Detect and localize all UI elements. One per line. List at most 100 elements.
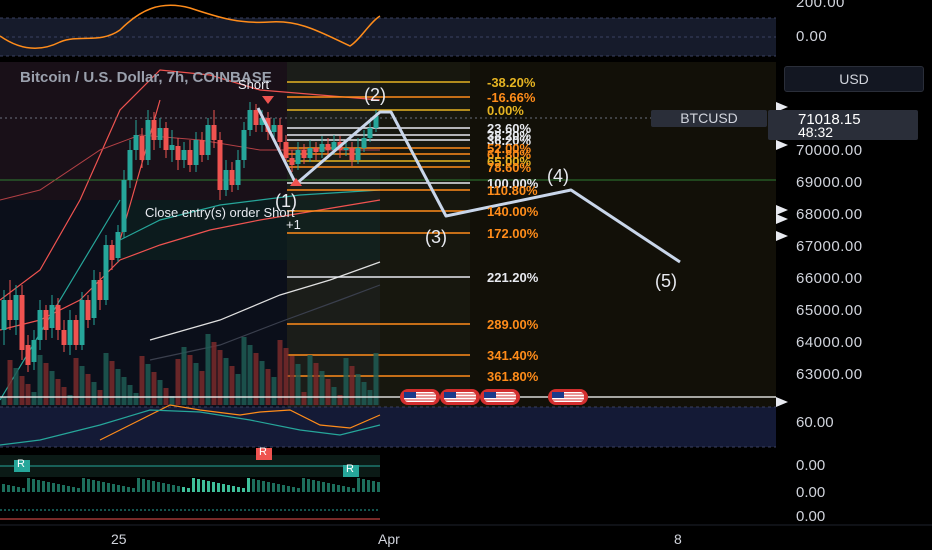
time-axis-label: 25: [111, 531, 127, 547]
wave-label-5: (5): [655, 271, 677, 291]
histogram-bar: [42, 481, 45, 492]
histogram-bar: [97, 481, 100, 492]
histogram-bar: [367, 480, 370, 492]
volume-bar: [319, 371, 325, 405]
candle-body: [313, 148, 319, 152]
volume-bar: [145, 364, 151, 405]
volume-bar: [181, 347, 187, 405]
histogram-bar: [227, 485, 230, 492]
candle-body: [1, 300, 7, 330]
volume-bar: [265, 369, 271, 405]
candle-body: [211, 125, 217, 140]
candle-body: [127, 150, 133, 180]
histogram-bar: [332, 484, 335, 492]
wave-label-4: (4): [547, 166, 569, 186]
candle-body: [25, 345, 31, 365]
histogram-bar: [147, 480, 150, 492]
histogram-bar: [172, 485, 175, 492]
volume-bar: [157, 380, 163, 405]
histogram-bar: [237, 487, 240, 492]
candle-body: [103, 245, 109, 300]
volume-bar: [61, 387, 67, 405]
axis-marker: [776, 140, 788, 150]
histogram-bar: [192, 478, 195, 492]
volume-bar: [235, 374, 241, 405]
histogram-bar: [87, 479, 90, 492]
candle-body: [97, 280, 103, 300]
histogram-bar: [162, 483, 165, 492]
histogram-bar: [112, 484, 115, 492]
candle-body: [223, 170, 229, 190]
histogram-bar: [7, 485, 10, 492]
volume-bar: [139, 356, 145, 405]
histogram-bar: [312, 480, 315, 492]
axis-marker: [776, 231, 788, 241]
axis-marker: [776, 214, 788, 224]
indicator-axis-label: 0.00: [796, 484, 826, 501]
candle-body: [139, 136, 145, 160]
currency-selector[interactable]: USD: [784, 66, 924, 92]
histogram-bar: [52, 483, 55, 492]
candle-body: [73, 320, 79, 345]
axis-marker: [776, 397, 788, 407]
fib-level-label: 341.40%: [487, 348, 539, 363]
close-entry-label: Close entry(s) order Short: [145, 205, 295, 220]
indicator-axis-label: 0.00: [796, 457, 826, 474]
histogram-bar: [12, 486, 15, 492]
price-axis-label: 69000.00: [796, 174, 863, 191]
us-flag-event-icon[interactable]: [400, 389, 440, 405]
histogram-bar: [152, 481, 155, 492]
histogram-bar: [117, 485, 120, 492]
us-flag-event-icon[interactable]: [480, 389, 520, 405]
short-label: Short: [238, 77, 270, 92]
volume-bar: [205, 334, 211, 405]
candle-body: [295, 150, 301, 164]
volume-bar: [55, 379, 61, 405]
volume-bar: [115, 369, 121, 405]
price-axis-label: 64000.00: [796, 334, 863, 351]
histogram-bar: [242, 488, 245, 492]
candle-body: [217, 140, 223, 190]
top-indicator-label: 0.00: [796, 28, 828, 45]
histogram-bar: [352, 488, 355, 492]
histogram-bar: [82, 478, 85, 492]
volume-bar: [277, 340, 283, 405]
histogram-bar: [292, 487, 295, 492]
volume-bar: [349, 366, 355, 405]
candle-body: [319, 144, 325, 152]
candle-body: [205, 125, 211, 155]
candle-body: [67, 320, 73, 345]
candle-body: [151, 120, 157, 140]
signal-badge-label: R: [346, 463, 354, 475]
histogram-bar: [107, 483, 110, 492]
candle-body: [277, 125, 283, 142]
volume-bar: [229, 366, 235, 405]
trading-chart[interactable]: Bitcoin / U.S. Dollar, 7h, COINBASE 200.…: [0, 0, 932, 550]
candle-body: [49, 305, 55, 328]
histogram-bar: [277, 484, 280, 492]
candle-body: [361, 138, 367, 148]
histogram-bar: [262, 481, 265, 492]
candle-body: [247, 110, 253, 130]
candle-body: [157, 128, 163, 140]
histogram-bar: [222, 484, 225, 492]
fib-level-label: 110.80%: [487, 183, 538, 198]
price-axis-label: 70000.00: [796, 142, 863, 159]
volume-bar: [313, 363, 319, 405]
volume-bar: [7, 360, 13, 405]
us-flag-event-icon[interactable]: [548, 389, 588, 405]
axis-marker: [776, 205, 788, 215]
event-flags[interactable]: [400, 389, 588, 405]
histogram-bar: [327, 483, 330, 492]
candle-body: [19, 295, 25, 350]
volume-bar: [271, 377, 277, 405]
candle-body: [343, 148, 349, 150]
histogram-bar: [317, 481, 320, 492]
wave-label-2: (2): [364, 85, 386, 105]
fib-level-label: 0.00%: [487, 103, 524, 118]
histogram-bar: [137, 478, 140, 492]
volume-bar: [133, 393, 139, 405]
volume-bar: [361, 382, 367, 405]
candle-body: [301, 150, 307, 158]
us-flag-event-icon[interactable]: [440, 389, 480, 405]
